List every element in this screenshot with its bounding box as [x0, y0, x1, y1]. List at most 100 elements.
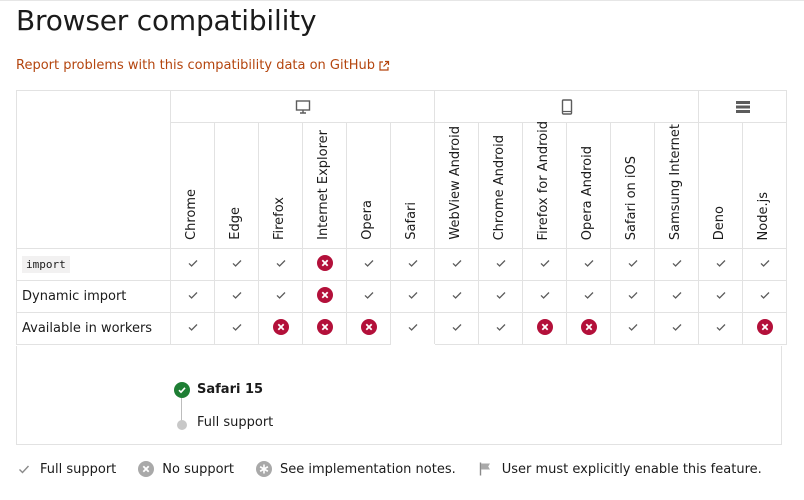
check-icon — [363, 289, 375, 305]
platform-mobile — [434, 90, 699, 123]
support-cell[interactable] — [434, 248, 479, 281]
support-cell[interactable] — [302, 280, 347, 313]
support-cell[interactable] — [566, 248, 611, 281]
browser-name: Chrome — [184, 189, 199, 240]
support-cell[interactable] — [170, 280, 215, 313]
support-cell[interactable] — [610, 280, 655, 313]
support-cell[interactable] — [742, 312, 787, 345]
desktop-icon — [295, 99, 310, 114]
check-icon — [539, 257, 551, 273]
support-cell[interactable] — [346, 248, 391, 281]
check-icon — [363, 257, 375, 273]
cross-circle-icon — [316, 286, 333, 307]
browser-name: Opera — [360, 200, 375, 240]
report-problems-link[interactable]: Report problems with this compatibility … — [16, 58, 390, 73]
support-cell[interactable] — [478, 312, 523, 345]
support-cell[interactable] — [698, 312, 743, 345]
check-icon — [627, 289, 639, 305]
support-cell[interactable] — [346, 280, 391, 313]
support-fallback: Full support — [197, 415, 274, 430]
support-cell[interactable] — [214, 312, 259, 345]
mobile-icon — [561, 98, 572, 115]
browser-header-edge: Edge — [214, 122, 259, 249]
feature-header-cell — [16, 90, 171, 249]
support-cell[interactable] — [478, 248, 523, 281]
browser-header-deno: Deno — [698, 122, 743, 249]
support-cell[interactable] — [302, 248, 347, 281]
support-cell[interactable] — [390, 312, 435, 345]
legend-flag-label: User must explicitly enable this feature… — [501, 461, 762, 477]
platform-desktop — [170, 90, 435, 123]
support-cell[interactable] — [654, 312, 699, 345]
support-cell[interactable] — [566, 312, 611, 345]
legend-notes: See implementation notes. — [256, 461, 456, 477]
check-icon — [671, 289, 683, 305]
page-title: Browser compatibility — [16, 4, 317, 37]
check-icon — [231, 289, 243, 305]
browser-header-chrome: Chrome — [170, 122, 215, 249]
check-icon — [583, 257, 595, 273]
browser-header-chrome-android: Chrome Android — [478, 122, 523, 249]
check-icon — [451, 289, 463, 305]
check-icon — [539, 289, 551, 305]
support-cell[interactable] — [346, 312, 391, 345]
timeline-line — [181, 398, 182, 422]
support-cell[interactable] — [566, 280, 611, 313]
feature-name-cell: import — [16, 248, 171, 281]
check-icon — [407, 289, 419, 305]
support-cell[interactable] — [170, 312, 215, 345]
support-cell[interactable] — [654, 280, 699, 313]
support-cell[interactable] — [258, 312, 303, 345]
cross-circle-icon — [316, 254, 333, 275]
support-cell[interactable] — [434, 280, 479, 313]
cross-circle-icon — [580, 318, 597, 339]
check-icon — [275, 257, 287, 273]
check-icon — [759, 289, 771, 305]
check-icon — [671, 257, 683, 273]
support-cell[interactable] — [214, 248, 259, 281]
support-cell[interactable] — [522, 248, 567, 281]
legend-no-label: No support — [162, 461, 235, 477]
check-icon — [187, 257, 199, 273]
browser-name: Internet Explorer — [316, 130, 331, 240]
support-cell[interactable] — [698, 280, 743, 313]
support-cell[interactable] — [742, 280, 787, 313]
support-cell[interactable] — [742, 248, 787, 281]
support-detail-panel: Safari 15 Full support — [16, 346, 782, 445]
support-cell[interactable] — [434, 312, 479, 345]
support-cell[interactable] — [258, 280, 303, 313]
support-cell[interactable] — [522, 280, 567, 313]
asterisk-icon — [256, 461, 273, 477]
support-cell[interactable] — [698, 248, 743, 281]
support-cell[interactable] — [302, 312, 347, 345]
support-cell[interactable] — [390, 280, 435, 313]
check-icon — [715, 289, 727, 305]
browser-header-opera: Opera — [346, 122, 391, 249]
support-cell[interactable] — [478, 280, 523, 313]
support-cell[interactable] — [610, 312, 655, 345]
legend-notes-label: See implementation notes. — [280, 461, 456, 477]
check-icon — [495, 289, 507, 305]
check-icon — [187, 321, 199, 337]
support-cell[interactable] — [258, 248, 303, 281]
support-cell[interactable] — [522, 312, 567, 345]
support-cell[interactable] — [214, 280, 259, 313]
feature-name: Dynamic import — [22, 289, 127, 304]
support-cell[interactable] — [654, 248, 699, 281]
support-cell[interactable] — [170, 248, 215, 281]
check-icon — [231, 321, 243, 337]
check-icon — [627, 321, 639, 337]
cross-circle-icon — [756, 318, 773, 339]
legend-full-support: Full support — [16, 461, 116, 477]
support-version: Safari 15 — [197, 382, 264, 397]
browser-header-firefox-for-android: Firefox for Android — [522, 121, 567, 249]
browser-name: Safari — [404, 202, 419, 240]
feature-name-cell: Dynamic import — [16, 280, 171, 313]
browser-name: Node.js — [756, 191, 771, 240]
support-cell[interactable] — [610, 248, 655, 281]
browser-name: WebView Android — [448, 126, 463, 240]
cross-circle-icon — [272, 318, 289, 339]
check-icon — [19, 465, 30, 474]
legend-flag: User must explicitly enable this feature… — [478, 461, 762, 477]
support-cell[interactable] — [390, 248, 435, 281]
